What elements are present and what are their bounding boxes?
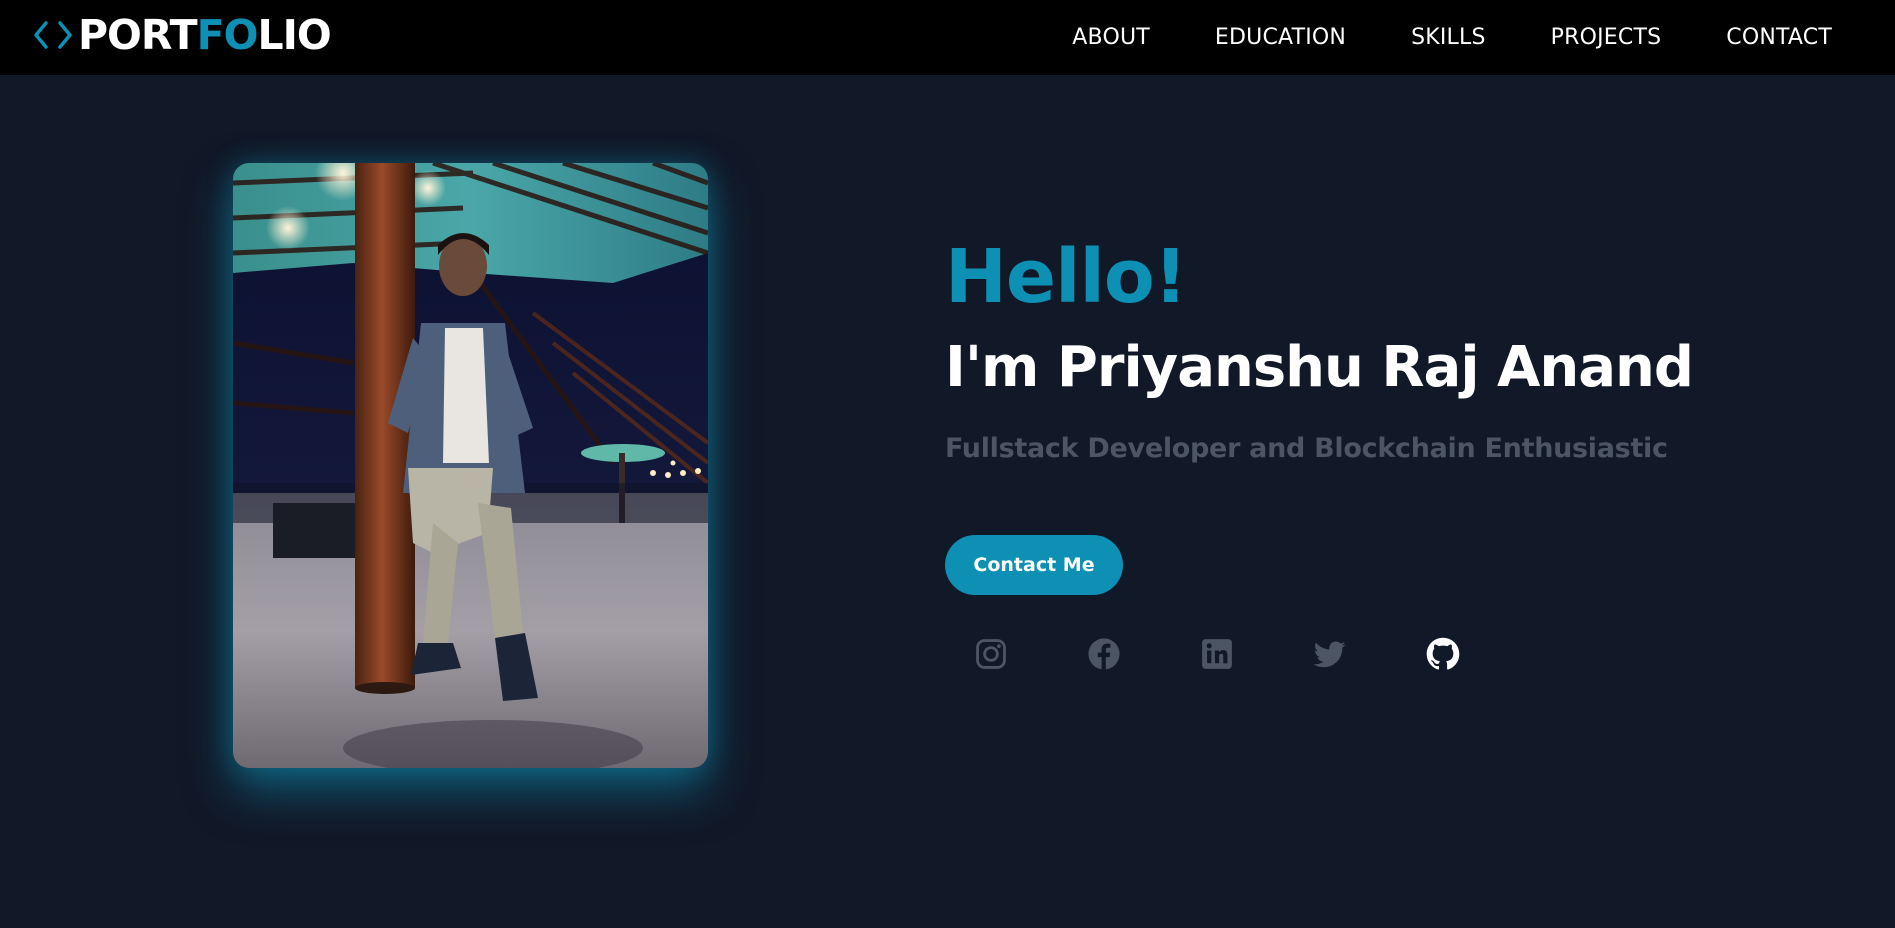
facebook-link[interactable] xyxy=(1084,634,1124,674)
instagram-icon xyxy=(976,639,1006,669)
nav-link-about[interactable]: ABOUT xyxy=(1072,25,1150,50)
contact-me-button[interactable]: Contact Me xyxy=(945,535,1123,595)
profile-photo xyxy=(233,163,708,768)
facebook-icon xyxy=(1088,638,1120,670)
github-icon xyxy=(1426,637,1460,670)
linkedin-icon xyxy=(1202,639,1232,669)
logo-text-start: PORT xyxy=(78,10,198,59)
hero-text: Hello! I'm Priyanshu Raj Anand Fullstack… xyxy=(945,240,1845,464)
twitter-link[interactable] xyxy=(1310,634,1350,674)
nav-link-skills[interactable]: SKILLS xyxy=(1411,25,1486,50)
social-links xyxy=(971,634,1463,674)
nav-links: ABOUT EDUCATION SKILLS PROJECTS CONTACT xyxy=(1072,0,1832,75)
github-link[interactable] xyxy=(1423,634,1463,674)
logo-text: PORTFOLIO xyxy=(78,14,332,56)
nav-link-projects[interactable]: PROJECTS xyxy=(1551,25,1662,50)
tagline: Fullstack Developer and Blockchain Enthu… xyxy=(945,433,1668,464)
logo[interactable]: PORTFOLIO xyxy=(32,10,332,60)
navbar: PORTFOLIO ABOUT EDUCATION SKILLS PROJECT… xyxy=(0,0,1895,75)
nav-link-contact[interactable]: CONTACT xyxy=(1726,25,1832,50)
logo-text-highlight: FO xyxy=(196,10,259,59)
twitter-icon xyxy=(1313,641,1346,668)
profile-photo-illustration xyxy=(233,163,708,768)
nav-link-education[interactable]: EDUCATION xyxy=(1215,25,1346,50)
instagram-link[interactable] xyxy=(971,634,1011,674)
name-heading: I'm Priyanshu Raj Anand xyxy=(945,335,1694,400)
greeting-heading: Hello! xyxy=(945,234,1187,320)
code-brackets-icon xyxy=(34,21,72,49)
logo-text-end: LIO xyxy=(257,10,331,59)
linkedin-link[interactable] xyxy=(1197,634,1237,674)
